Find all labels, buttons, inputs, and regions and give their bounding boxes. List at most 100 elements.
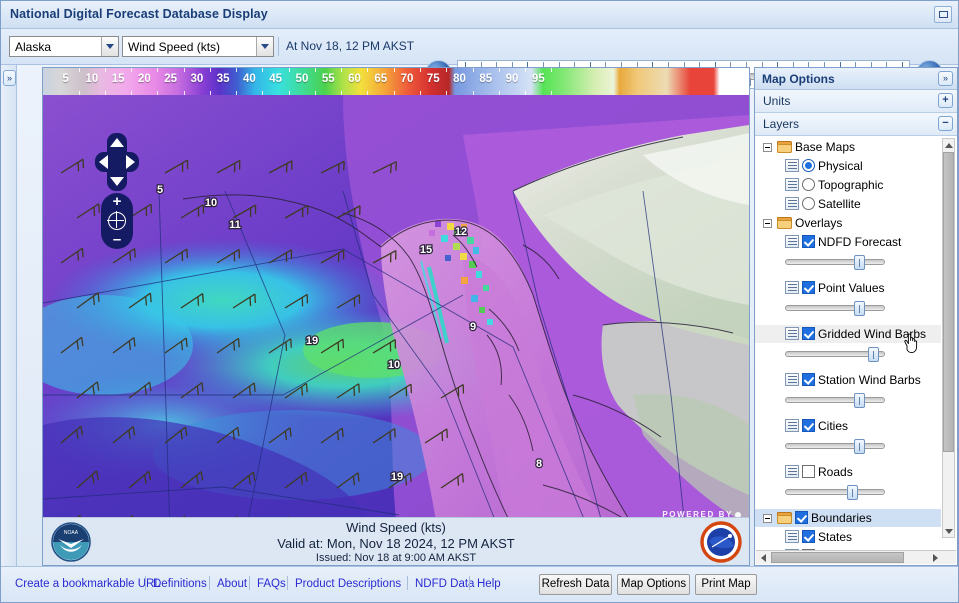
layer-label: Overlays xyxy=(795,216,843,230)
layer-checkbox[interactable] xyxy=(795,511,808,524)
slider-thumb[interactable] xyxy=(854,439,866,454)
zoom-out-button[interactable]: – xyxy=(101,232,133,248)
layer-icon xyxy=(785,235,799,248)
vertical-scroll-thumb[interactable] xyxy=(943,152,954,452)
scroll-down-arrow[interactable] xyxy=(943,525,954,537)
layer-row-base-maps[interactable]: Base Maps xyxy=(755,138,941,156)
ndfd-application-window: National Digital Forecast Database Displ… xyxy=(0,0,959,603)
wind-barb-flag xyxy=(305,383,308,393)
layer-row-overlays[interactable]: Overlays xyxy=(755,214,941,232)
section-units[interactable]: Units + xyxy=(755,90,957,113)
section-layers[interactable]: Layers − xyxy=(755,113,957,136)
color-scale-tick xyxy=(525,68,527,72)
footer-link-create-a-bookmarkable-url[interactable]: Create a bookmarkable URL xyxy=(15,578,161,590)
tree-collapse-icon[interactable] xyxy=(763,143,772,152)
wind-barb-flag xyxy=(395,161,398,171)
footer-link-about[interactable]: About xyxy=(217,578,247,590)
layer-opacity-slider[interactable] xyxy=(785,255,885,270)
layer-row-topographic[interactable]: Topographic xyxy=(755,176,941,194)
tree-collapse-icon[interactable] xyxy=(763,514,772,523)
layer-opacity-slider[interactable] xyxy=(785,393,885,408)
footer-button-map-options[interactable]: Map Options xyxy=(617,574,690,595)
restore-window-button[interactable] xyxy=(934,6,952,23)
layer-row-states[interactable]: States xyxy=(755,528,941,546)
layer-opacity-slider[interactable] xyxy=(785,301,885,316)
basemap-radio-physical[interactable] xyxy=(802,159,815,172)
footer-separator xyxy=(145,576,146,590)
footer-link-help[interactable]: Help xyxy=(477,578,501,590)
zoom-in-button[interactable]: + xyxy=(101,194,133,210)
wind-barb-flag xyxy=(77,251,80,261)
pan-right-arrow[interactable] xyxy=(126,155,135,169)
color-scale-tick-label: 60 xyxy=(348,73,361,85)
footer-link-definitions[interactable]: Definitions xyxy=(153,578,207,590)
layer-checkbox[interactable] xyxy=(802,373,815,386)
horizontal-scroll-thumb[interactable] xyxy=(771,552,904,563)
scroll-left-arrow[interactable] xyxy=(757,552,769,563)
pan-up-arrow[interactable] xyxy=(110,138,124,147)
footer-link-faqs[interactable]: FAQs xyxy=(257,578,286,590)
layer-row-ndfd-forecast[interactable]: NDFD Forecast xyxy=(755,233,941,251)
layers-horizontal-scrollbar[interactable] xyxy=(756,550,956,564)
layer-checkbox[interactable] xyxy=(802,530,815,543)
slider-track[interactable] xyxy=(785,489,885,495)
layer-checkbox[interactable] xyxy=(802,327,815,340)
layer-row-physical[interactable]: Physical xyxy=(755,157,941,175)
expand-left-panel-button[interactable]: » xyxy=(3,70,16,86)
footer-link-ndfd-data[interactable]: NDFD Data xyxy=(415,578,474,590)
slider-thumb[interactable] xyxy=(854,255,866,270)
layer-row-boundaries[interactable]: Boundaries xyxy=(755,509,941,527)
layers-vertical-scrollbar[interactable] xyxy=(942,138,955,538)
slider-thumb[interactable] xyxy=(854,393,866,408)
layer-checkbox[interactable] xyxy=(802,465,815,478)
layer-row-roads[interactable]: Roads xyxy=(755,463,941,481)
collapse-panel-button[interactable]: » xyxy=(938,71,953,86)
window-title: National Digital Forecast Database Displ… xyxy=(10,7,268,21)
restore-window-icon xyxy=(939,11,948,18)
layer-checkbox[interactable] xyxy=(802,281,815,294)
scroll-right-arrow[interactable] xyxy=(930,552,942,563)
footer-link-product-descriptions[interactable]: Product Descriptions xyxy=(295,578,401,590)
map-canvas[interactable]: 5101112159191081919 + – xyxy=(43,95,749,565)
slider-track[interactable] xyxy=(785,259,885,265)
layer-row-satellite[interactable]: Satellite xyxy=(755,195,941,213)
layer-row-station-wind-barbs[interactable]: Station Wind Barbs xyxy=(755,371,941,389)
layer-opacity-slider[interactable] xyxy=(785,485,885,500)
slider-track[interactable] xyxy=(785,397,885,403)
slider-track[interactable] xyxy=(785,443,885,449)
footer-button-print-map[interactable]: Print Map xyxy=(695,574,757,595)
layer-row-cities[interactable]: Cities xyxy=(755,417,941,435)
layer-row-gridded-wind-barbs[interactable]: Gridded Wind Barbs xyxy=(755,325,941,343)
color-scale-tick-label: 20 xyxy=(137,73,151,85)
layer-icon xyxy=(785,197,799,210)
wind-barb-flag xyxy=(92,296,96,306)
section-layers-toggle[interactable]: − xyxy=(938,116,953,131)
basemap-radio-satellite[interactable] xyxy=(802,197,815,210)
slider-thumb[interactable] xyxy=(854,301,866,316)
tree-collapse-icon[interactable] xyxy=(763,219,772,228)
region-select[interactable]: Alaska xyxy=(9,36,119,57)
pan-down-arrow[interactable] xyxy=(110,177,124,186)
layer-checkbox[interactable] xyxy=(802,235,815,248)
slider-track[interactable] xyxy=(785,305,885,311)
map-options-panel: Map Options » Units + Layers − Base Maps… xyxy=(754,67,958,566)
layer-checkbox[interactable] xyxy=(802,419,815,432)
section-units-toggle[interactable]: + xyxy=(938,93,953,108)
globe-icon[interactable] xyxy=(107,211,126,230)
slider-thumb[interactable] xyxy=(867,347,879,362)
color-scale-legend: 5 10 15 20 25 30 35 40 45 50 55 60 65 70 75 80 85 90 95 xyxy=(43,68,749,95)
layer-icon xyxy=(785,419,799,432)
pan-left-arrow[interactable] xyxy=(99,155,108,169)
footer-button-refresh-data[interactable]: Refresh Data xyxy=(539,574,612,595)
slider-thumb[interactable] xyxy=(847,485,859,500)
layer-row-point-values[interactable]: Point Values xyxy=(755,279,941,297)
layer-opacity-slider[interactable] xyxy=(785,347,885,362)
caption-line-valid: Valid at: Mon, Nov 18 2024, 12 PM AKST xyxy=(277,536,515,551)
layer-opacity-slider[interactable] xyxy=(785,439,885,454)
color-scale-tick-label: 75 xyxy=(426,73,440,85)
parameter-select[interactable]: Wind Speed (kts) xyxy=(122,36,274,57)
layer-label: Station Wind Barbs xyxy=(818,373,921,387)
basemap-radio-topographic[interactable] xyxy=(802,178,815,191)
color-scale-tick-label: 45 xyxy=(269,73,283,85)
scroll-up-arrow[interactable] xyxy=(943,139,954,151)
